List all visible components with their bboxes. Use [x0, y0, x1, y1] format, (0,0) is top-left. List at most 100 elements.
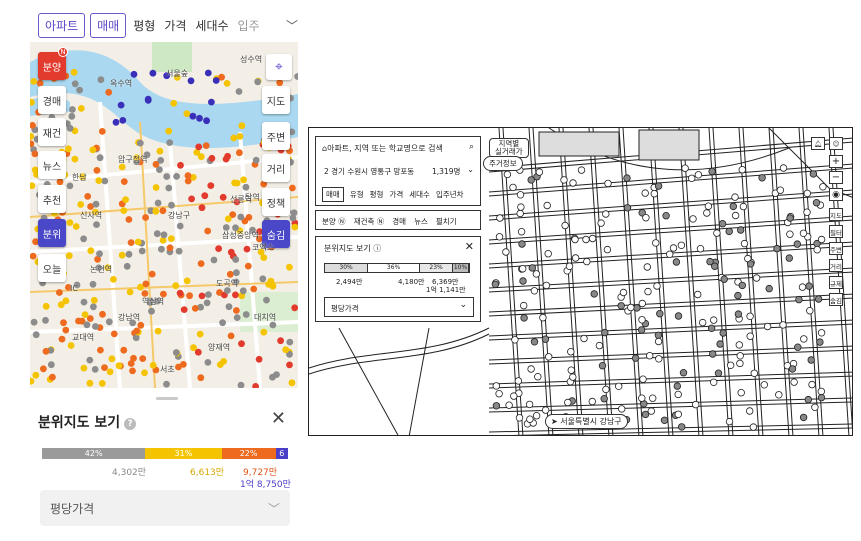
wire-marker[interactable]	[662, 211, 670, 220]
wire-map-tag-2[interactable]: 주거정보	[483, 156, 523, 171]
apartment-marker[interactable]	[291, 304, 298, 312]
wire-marker[interactable]	[786, 230, 794, 238]
apartment-marker[interactable]	[32, 371, 40, 379]
apartment-marker[interactable]	[252, 156, 260, 164]
apartment-marker[interactable]	[83, 321, 91, 329]
map-button-2[interactable]: 거리	[262, 154, 290, 182]
apartment-marker[interactable]	[138, 247, 146, 255]
apartment-marker[interactable]	[170, 99, 178, 107]
wire-marker[interactable]	[674, 410, 682, 418]
wire-marker[interactable]	[495, 233, 504, 241]
wire-marker[interactable]	[806, 306, 814, 315]
apartment-marker[interactable]	[30, 252, 37, 260]
help-icon[interactable]: ?	[124, 418, 137, 430]
wire-marker[interactable]	[694, 171, 703, 179]
apartment-marker[interactable]	[80, 364, 88, 372]
apartment-marker[interactable]	[237, 213, 245, 221]
wire-marker[interactable]	[560, 176, 568, 184]
apartment-marker[interactable]	[112, 118, 120, 126]
apartment-marker[interactable]	[98, 128, 106, 135]
apartment-marker[interactable]	[89, 280, 97, 288]
apartment-marker[interactable]	[187, 77, 195, 85]
apartment-marker[interactable]	[110, 276, 117, 283]
apartment-marker[interactable]	[166, 244, 174, 252]
wire-marker[interactable]	[718, 219, 727, 228]
apartment-marker[interactable]	[223, 80, 231, 87]
wire-map-button[interactable]: 거리	[829, 259, 843, 272]
wire-marker[interactable]	[688, 174, 696, 182]
apartment-marker[interactable]	[208, 154, 216, 162]
wire-select[interactable]: 평당가격 ⌄	[324, 297, 474, 317]
apartment-marker[interactable]	[177, 161, 184, 169]
apartment-marker[interactable]	[115, 362, 123, 370]
apartment-marker[interactable]	[294, 73, 298, 80]
wire-marker[interactable]	[514, 377, 523, 385]
map-button-3[interactable]: 정책	[262, 188, 290, 216]
map-button-0[interactable]: 지도	[262, 86, 290, 114]
apartment-marker[interactable]	[47, 361, 55, 369]
apartment-marker[interactable]	[235, 88, 243, 95]
apartment-marker[interactable]	[175, 247, 183, 255]
apartment-marker[interactable]	[120, 346, 128, 354]
wire-marker[interactable]	[649, 394, 657, 402]
apartment-marker[interactable]	[68, 112, 76, 120]
chevron-down-icon[interactable]: ﹀	[286, 17, 298, 34]
apartment-marker[interactable]	[288, 379, 296, 387]
wire-marker[interactable]	[569, 373, 577, 381]
wire-marker[interactable]	[646, 351, 654, 360]
wire-marker[interactable]	[660, 416, 669, 424]
wire-marker[interactable]	[669, 244, 678, 252]
filter-households[interactable]: 세대수	[195, 17, 228, 34]
wire-marker[interactable]	[738, 166, 746, 174]
wire-marker[interactable]	[699, 318, 707, 327]
wire-marker[interactable]	[631, 354, 640, 362]
apartment-marker[interactable]	[166, 139, 174, 146]
wire-marker[interactable]	[564, 398, 572, 407]
apartment-marker[interactable]	[142, 214, 149, 221]
wire-marker[interactable]	[518, 264, 527, 273]
wire-map-tag[interactable]: 지역별 실거래가	[489, 138, 529, 158]
wire-marker[interactable]	[588, 234, 597, 243]
wire-marker[interactable]	[725, 227, 733, 236]
apartment-marker[interactable]	[203, 117, 211, 125]
wire-marker[interactable]	[623, 204, 632, 212]
apartment-marker[interactable]	[207, 182, 215, 190]
wire-marker[interactable]	[598, 361, 607, 370]
apartment-marker[interactable]	[204, 69, 212, 77]
apartment-marker[interactable]	[98, 380, 106, 387]
wire-marker[interactable]	[746, 312, 754, 320]
apartment-marker[interactable]	[152, 184, 160, 191]
wire-marker[interactable]	[544, 353, 553, 361]
wire-marker[interactable]	[729, 202, 737, 211]
apartment-marker[interactable]	[65, 252, 73, 260]
wire-marker[interactable]	[603, 245, 612, 254]
apartment-marker[interactable]	[172, 349, 180, 356]
wire-marker[interactable]	[530, 287, 539, 295]
wire-marker[interactable]	[812, 198, 821, 207]
apartment-marker[interactable]	[195, 143, 203, 151]
wire-marker[interactable]	[817, 329, 826, 337]
apartment-marker[interactable]	[142, 280, 150, 288]
apartment-marker[interactable]	[77, 201, 85, 208]
wire-marker[interactable]	[749, 423, 758, 431]
my-location-button[interactable]: ⌖	[266, 54, 292, 80]
wire-marker[interactable]	[516, 191, 525, 199]
apartment-marker[interactable]	[75, 317, 82, 325]
apartment-marker[interactable]	[233, 269, 240, 277]
apartment-marker[interactable]	[176, 289, 184, 297]
apartment-marker[interactable]	[76, 86, 83, 94]
wire-tag[interactable]: 분양 Ⓝ	[322, 216, 346, 227]
wire-tab[interactable]: 매매	[322, 187, 344, 202]
wire-search-input[interactable]: ⌂아파트, 지역 또는 학교명으로 검색	[322, 143, 443, 154]
apartment-marker[interactable]	[42, 316, 49, 324]
apartment-marker[interactable]	[219, 319, 227, 327]
wire-marker[interactable]	[565, 262, 574, 270]
apartment-marker[interactable]	[159, 207, 167, 215]
wire-marker[interactable]	[696, 244, 705, 253]
apartment-marker[interactable]	[87, 247, 95, 255]
wire-marker[interactable]	[623, 174, 631, 182]
wire-marker[interactable]	[692, 400, 700, 409]
side-button-0[interactable]: 분양 N	[38, 47, 68, 80]
wire-marker[interactable]	[817, 387, 825, 396]
apartment-marker[interactable]	[238, 122, 246, 130]
